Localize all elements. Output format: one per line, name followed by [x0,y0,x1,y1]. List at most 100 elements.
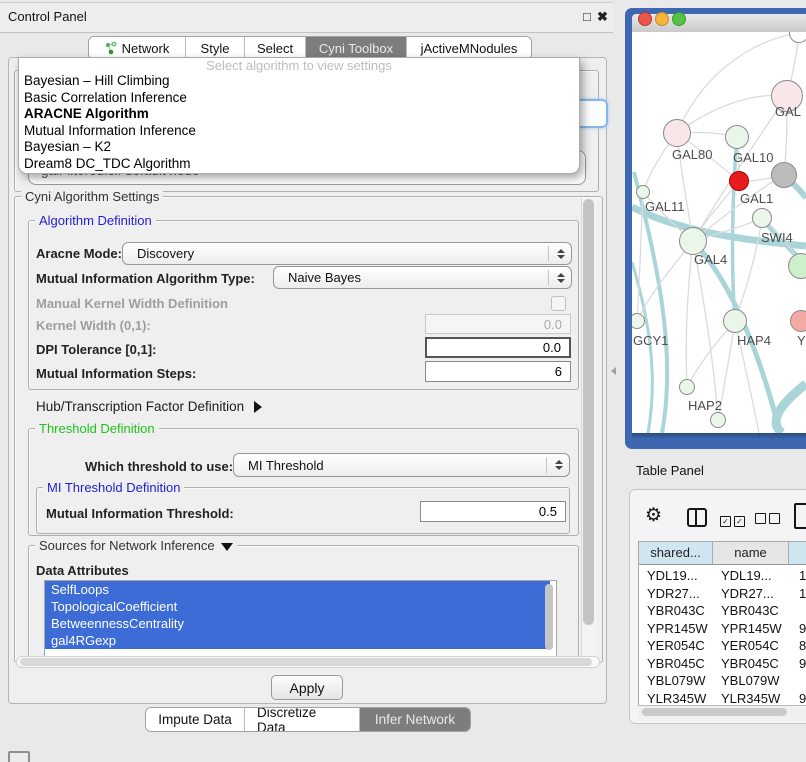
manual-kernel-width-label: Manual Kernel Width Definition [36,296,228,311]
table-hscrollbar-track[interactable] [638,705,806,719]
bottom-tabbar: Impute Data Discretize Data Infer Networ… [145,707,471,732]
attribute-selfloops[interactable]: SelfLoops [45,581,550,598]
kernel-width-field[interactable]: 0.0 [425,314,571,334]
attribute-betweennesscentrality[interactable]: BetweennessCentrality [45,615,550,632]
settings-hscrollbar-thumb[interactable] [20,658,592,666]
threshold-definition-title: Threshold Definition [35,421,159,436]
dropdown-prompt: Select algorithm to view settings [19,58,579,73]
control-panel-titlebar: Control Panel □ ✖ [0,2,613,33]
table-cell[interactable]: YBR045C [641,655,713,673]
close-traffic-light[interactable] [638,12,652,26]
combo-stepper-icon [548,246,565,261]
table-cell[interactable]: YER054C [641,637,713,655]
tab-network-label: Network [122,41,170,56]
mi-threshold-definition-title: MI Threshold Definition [43,480,184,495]
mi-steps-field[interactable]: 6 [425,361,571,382]
node-hap2[interactable] [679,379,695,395]
tab-style[interactable]: Style [186,37,245,59]
table-cell[interactable]: 13 [793,567,806,585]
node-label-swi4: SWI4 [761,230,793,245]
tab-jactivemnodules[interactable]: jActiveMNodules [407,37,531,59]
table-cell[interactable]: YBR043C [715,602,789,620]
dropdown-item-dream8[interactable]: Dream8 DC_TDC Algorithm [19,156,579,173]
node-gal4[interactable] [679,227,707,255]
aracne-mode-combobox[interactable]: Discovery [122,242,572,265]
mi-algorithm-type-combobox[interactable]: Naive Bayes [273,266,572,289]
which-threshold-combobox[interactable]: MI Threshold [233,453,570,477]
node-label-gal1: GAL1 [740,191,773,206]
node-hap4[interactable] [723,309,747,333]
table-cell[interactable]: YER054C [715,637,789,655]
table-cell[interactable]: YDL19... [641,567,713,585]
export-table-icon[interactable] [794,503,806,529]
algorithm-definition-title: Algorithm Definition [35,213,156,228]
column-header-cut[interactable] [789,542,806,564]
dropdown-item-bayesian-k2[interactable]: Bayesian – K2 [19,139,579,156]
dropdown-item-aracne[interactable]: ARACNE Algorithm [19,106,579,123]
table-cell[interactable]: YDR27... [715,585,789,603]
mi-threshold-label: Mutual Information Threshold: [46,506,234,521]
attribute-gal4rgexp[interactable]: gal4RGexp [45,632,550,649]
table-panel-title: Table Panel [636,463,704,478]
table-cell[interactable]: 9. [793,655,806,673]
node-bottom[interactable] [710,412,726,428]
deselect-all-columns-icon[interactable] [755,512,783,527]
node-label-gal11: GAL11 [645,199,685,214]
table-cell[interactable]: 8. [793,637,806,655]
table-hscrollbar-thumb[interactable] [642,708,787,716]
dropdown-item-mutual-information[interactable]: Mutual Information Inference [19,123,579,140]
tab-cyni-toolbox[interactable]: Cyni Toolbox [306,37,407,59]
columns-icon[interactable] [687,508,707,527]
tab-discretize-data-label: Discretize Data [257,707,347,732]
table-cell[interactable]: YBR045C [715,655,789,673]
attribute-topologicalcoefficient[interactable]: TopologicalCoefficient [45,598,550,615]
table-cell[interactable] [793,672,806,690]
settings-hscrollbar-track[interactable] [16,656,600,668]
table-cell[interactable]: 12 [793,585,806,603]
tab-impute-data-label: Impute Data [158,712,232,727]
collapsed-panel-icon[interactable] [8,751,30,762]
table-cell[interactable]: YBL079W [641,672,713,690]
tab-impute-data[interactable]: Impute Data [146,708,245,731]
node-right-pink[interactable] [790,310,806,332]
dpi-tolerance-field[interactable]: 0.0 [425,337,571,358]
node-gal1[interactable] [752,208,772,228]
tab-select[interactable]: Select [245,37,306,59]
settings-scrollbar-thumb[interactable] [583,199,594,625]
column-header-name[interactable]: name [713,542,789,564]
table-cell[interactable]: 9. [793,620,806,638]
dropdown-item-bayesian-hill-climbing[interactable]: Bayesian – Hill Climbing [19,73,579,90]
table-cell[interactable]: YPR145W [715,620,789,638]
node-gal80[interactable] [663,119,691,147]
tab-discretize-data[interactable]: Discretize Data [245,708,360,731]
column-header-shared-name[interactable]: shared... [639,542,713,564]
table-cell[interactable]: YBL079W [715,672,789,690]
hub-transcription-expander[interactable]: Hub/Transcription Factor Definition [36,399,262,414]
node-gal10[interactable] [725,125,749,149]
node-gray[interactable] [771,162,797,188]
node-gal11[interactable] [636,185,650,199]
node-red[interactable] [729,171,749,191]
table-cell[interactable] [793,602,806,620]
table-cell[interactable]: YBR043C [641,602,713,620]
tab-infer-network[interactable]: Infer Network [360,708,470,731]
manual-kernel-width-checkbox[interactable] [551,296,566,311]
apply-button[interactable]: Apply [271,675,343,700]
mi-threshold-field[interactable]: 0.5 [420,501,566,522]
zoom-traffic-light[interactable] [672,12,686,26]
select-all-columns-icon[interactable]: ✓✓ [720,512,748,527]
minimize-traffic-light[interactable] [655,12,669,26]
float-window-icon[interactable]: □ [583,9,591,24]
dropdown-item-basic-correlation[interactable]: Basic Correlation Inference [19,90,579,107]
table-cell[interactable]: YDR27... [641,585,713,603]
network-canvas[interactable]: GAL80 GAL10 GAL GAL11 GAL1 SWI4 GAL4 GCY… [632,32,806,433]
tab-network[interactable]: Network [89,37,186,59]
table-cell[interactable]: YDL19... [715,567,789,585]
close-icon[interactable]: ✖ [597,9,608,25]
gear-icon[interactable]: ⚙ [645,504,662,527]
table-cell[interactable]: YPR145W [641,620,713,638]
window-shadow [632,433,806,439]
mi-algorithm-type-label: Mutual Information Algorithm Type: [36,271,255,286]
splitter-collapse-icon[interactable] [611,367,616,375]
attributes-scrollbar-thumb[interactable] [545,584,553,650]
